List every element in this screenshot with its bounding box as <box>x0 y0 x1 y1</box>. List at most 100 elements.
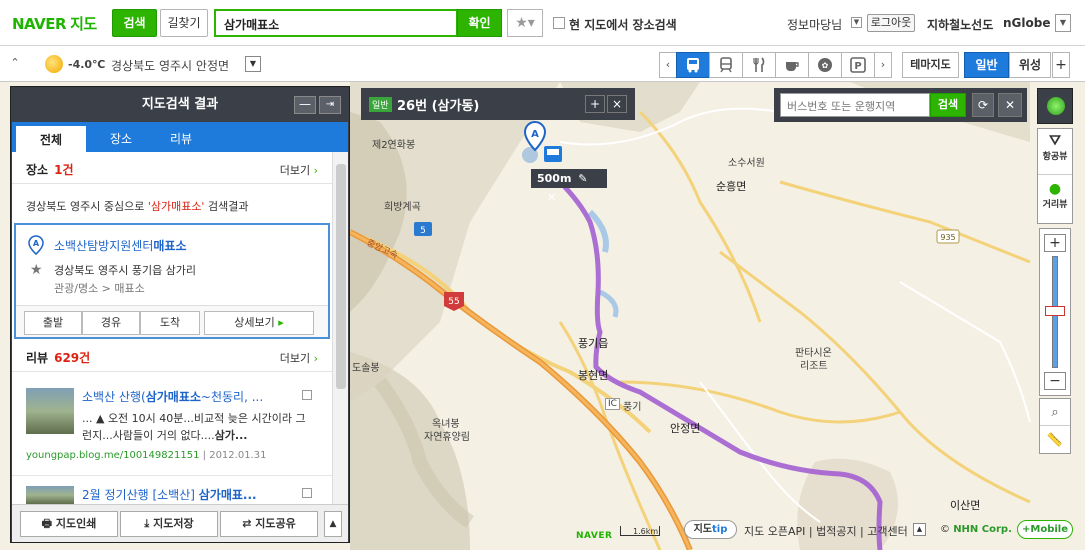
map-label: 순흥면 <box>716 180 747 193</box>
map-tools: ⌕ 📏 <box>1039 398 1071 454</box>
review-checkbox[interactable] <box>302 390 312 400</box>
map-label: 제2연화봉 <box>372 140 416 151</box>
arrive-button[interactable]: 도착 <box>140 311 200 335</box>
place-category: 관광/명소 > 매표소 <box>54 282 145 295</box>
naver-map-logo[interactable]: NAVER 지도 <box>12 13 97 34</box>
nglobe-link[interactable]: nGlobe <box>1003 16 1050 30</box>
place-actions: 출발 경유 도착 상세보기 ▸ <box>16 305 328 337</box>
subway-map-link[interactable]: 지하철노선도 <box>927 16 993 33</box>
aerial-view-icon: ⛛ <box>1049 133 1061 149</box>
bus-close-button[interactable]: × <box>607 95 627 113</box>
distance-tag: 500m ✎ ✕ <box>531 169 607 204</box>
bus-search-button[interactable]: 검색 <box>930 93 966 117</box>
svg-text:55: 55 <box>448 297 459 307</box>
area-search-checkbox[interactable] <box>553 17 565 29</box>
logout-button[interactable]: 로그아웃 <box>867 14 915 32</box>
close-icon[interactable]: ✕ <box>547 191 556 204</box>
category-prev-icon[interactable]: ‹ <box>659 52 677 78</box>
street-view-icon: ● <box>1048 181 1062 197</box>
place-result-card[interactable]: A 소백산탐방지원센터매표소 ★ 경상북도 영주시 풍기읍 삼가리 관광/명소 … <box>14 223 330 339</box>
footer-links[interactable]: 지도 오픈API | 법적공지 | 고객센터 <box>744 523 908 539</box>
review-title-link[interactable]: 소백산 산행(삼가매표소~천동리, ... <box>82 388 302 405</box>
expand-icon[interactable]: ⇥ <box>319 96 341 114</box>
printer-icon: 🖶 <box>41 517 53 530</box>
parking-icon[interactable]: P <box>841 52 875 78</box>
area-search-label[interactable]: 현 지도에서 장소검색 <box>569 16 677 33</box>
bus-search-input[interactable]: 버스번호 또는 운행지역 <box>780 93 930 117</box>
scrollbar-thumb[interactable] <box>336 164 346 389</box>
favorite-star-icon[interactable]: ★▾ <box>507 9 543 37</box>
mobile-link[interactable]: +Mobile <box>1017 520 1073 539</box>
location-dropdown-icon[interactable]: ▼ <box>245 56 261 72</box>
traffic-light-button[interactable] <box>1037 88 1073 124</box>
result-tabs: 전체 장소 리뷰 <box>12 122 348 152</box>
search-input[interactable]: 삼가매표소 <box>214 9 458 37</box>
waypoint-button[interactable]: 경유 <box>82 311 140 335</box>
chevron-down-icon[interactable]: ▼ <box>851 17 862 28</box>
scale-label: 1.6km <box>633 527 659 536</box>
logo-map-text: 지도 <box>70 15 97 33</box>
restaurant-icon[interactable] <box>742 52 776 78</box>
collapse-icon[interactable]: ⌃ <box>6 56 24 74</box>
refresh-icon[interactable]: ⟳ <box>972 93 994 117</box>
place-name-link[interactable]: 소백산탐방지원센터매표소 <box>54 237 187 254</box>
more-menu-chevron-icon[interactable]: ▼ <box>1055 14 1071 32</box>
search-tab[interactable]: 검색 <box>112 9 157 37</box>
bus-expand-button[interactable]: + <box>585 95 605 113</box>
depart-button[interactable]: 출발 <box>24 311 82 335</box>
zoom-slider-thumb[interactable] <box>1045 306 1065 316</box>
map-layer-plus-button[interactable]: + <box>1052 52 1070 78</box>
cafe-icon[interactable] <box>775 52 809 78</box>
pencil-icon[interactable]: ✎ <box>578 172 587 185</box>
svg-text:A: A <box>33 239 40 248</box>
save-map-button[interactable]: ⤓ 지도저장 <box>120 511 218 537</box>
map-label: 안정면 <box>670 422 701 435</box>
search-result-panel: 지도검색 결과 — ⇥ 전체 장소 리뷰 장소 1건 더보기 › 경상북도 영주시… <box>11 87 349 542</box>
close-icon[interactable]: ✕ <box>998 93 1022 117</box>
satellite-button[interactable]: 위성 <box>1009 52 1051 78</box>
share-map-button[interactable]: ⇄ 지도공유 <box>220 511 318 537</box>
reviews-more-link[interactable]: 더보기 › <box>280 350 318 366</box>
theme-map-button[interactable]: 테마지도 <box>902 52 959 78</box>
gas-station-icon[interactable]: ✿ <box>808 52 842 78</box>
ruler-icon[interactable]: 📏 <box>1040 427 1070 454</box>
reviews-section-header: 리뷰 629건 더보기 › <box>12 342 332 372</box>
review-thumbnail[interactable] <box>26 486 74 504</box>
review-snippet: ... ▲ 오전 10시 40분...비교적 늦은 시간이라 그런지...사람들… <box>82 412 306 442</box>
top-bar: NAVER 지도 검색 길찾기 삼가매표소 확인 ★▾ 현 지도에서 장소검색 정… <box>0 0 1085 46</box>
route-tab[interactable]: 길찾기 <box>160 9 208 37</box>
aerial-view-button[interactable]: ⛛ 항공뷰 <box>1038 129 1072 175</box>
chevron-up-icon[interactable]: ▲ <box>324 511 342 537</box>
category-next-icon[interactable]: › <box>874 52 892 78</box>
bus-route-box: 일반 26번 (삼가동) + × <box>361 88 635 120</box>
chevron-up-icon[interactable]: ▲ <box>913 523 926 536</box>
favorite-star-icon[interactable]: ★ <box>30 262 43 278</box>
places-more-link[interactable]: 더보기 › <box>280 162 318 178</box>
details-button[interactable]: 상세보기 ▸ <box>204 311 314 335</box>
search-submit-button[interactable]: 확인 <box>457 9 502 37</box>
train-icon[interactable] <box>709 52 743 78</box>
review-thumbnail[interactable] <box>26 388 74 434</box>
magnifier-icon[interactable]: ⌕ <box>1040 399 1070 426</box>
bus-icon[interactable] <box>676 52 710 78</box>
normal-map-button[interactable]: 일반 <box>964 52 1009 78</box>
zoom-out-button[interactable]: − <box>1044 372 1066 390</box>
street-view-button[interactable]: ● 거리뷰 <box>1038 177 1072 223</box>
panel-scrollbar[interactable] <box>332 152 348 504</box>
zoom-in-button[interactable]: + <box>1044 234 1066 252</box>
review-title-link[interactable]: 2월 정기산행 [소백산] 삼가매표... <box>82 486 302 503</box>
share-icon: ⇄ <box>242 517 252 530</box>
print-map-button[interactable]: 🖶 지도인쇄 <box>20 511 118 537</box>
tab-all[interactable]: 전체 <box>16 126 86 152</box>
map-tip-button[interactable]: 지도tip <box>684 520 737 539</box>
user-name[interactable]: 정보마당님 <box>787 16 842 33</box>
minimize-icon[interactable]: — <box>294 96 316 114</box>
tab-reviews[interactable]: 리뷰 <box>146 126 216 152</box>
map-label: 봉현면 <box>578 369 609 382</box>
review-item[interactable]: 소백산 산행(삼가매표소~천동리, ... ... ▲ 오전 10시 40분..… <box>12 378 332 476</box>
review-checkbox[interactable] <box>302 488 312 498</box>
map-label: 희방계곡 <box>384 202 421 213</box>
review-item[interactable]: 2월 정기산행 [소백산] 삼가매표... <box>12 476 332 504</box>
review-source[interactable]: youngpap.blog.me/100149821151 | 2012.01.… <box>26 450 266 461</box>
bus-route-title: 26번 (삼가동) <box>397 99 480 114</box>
